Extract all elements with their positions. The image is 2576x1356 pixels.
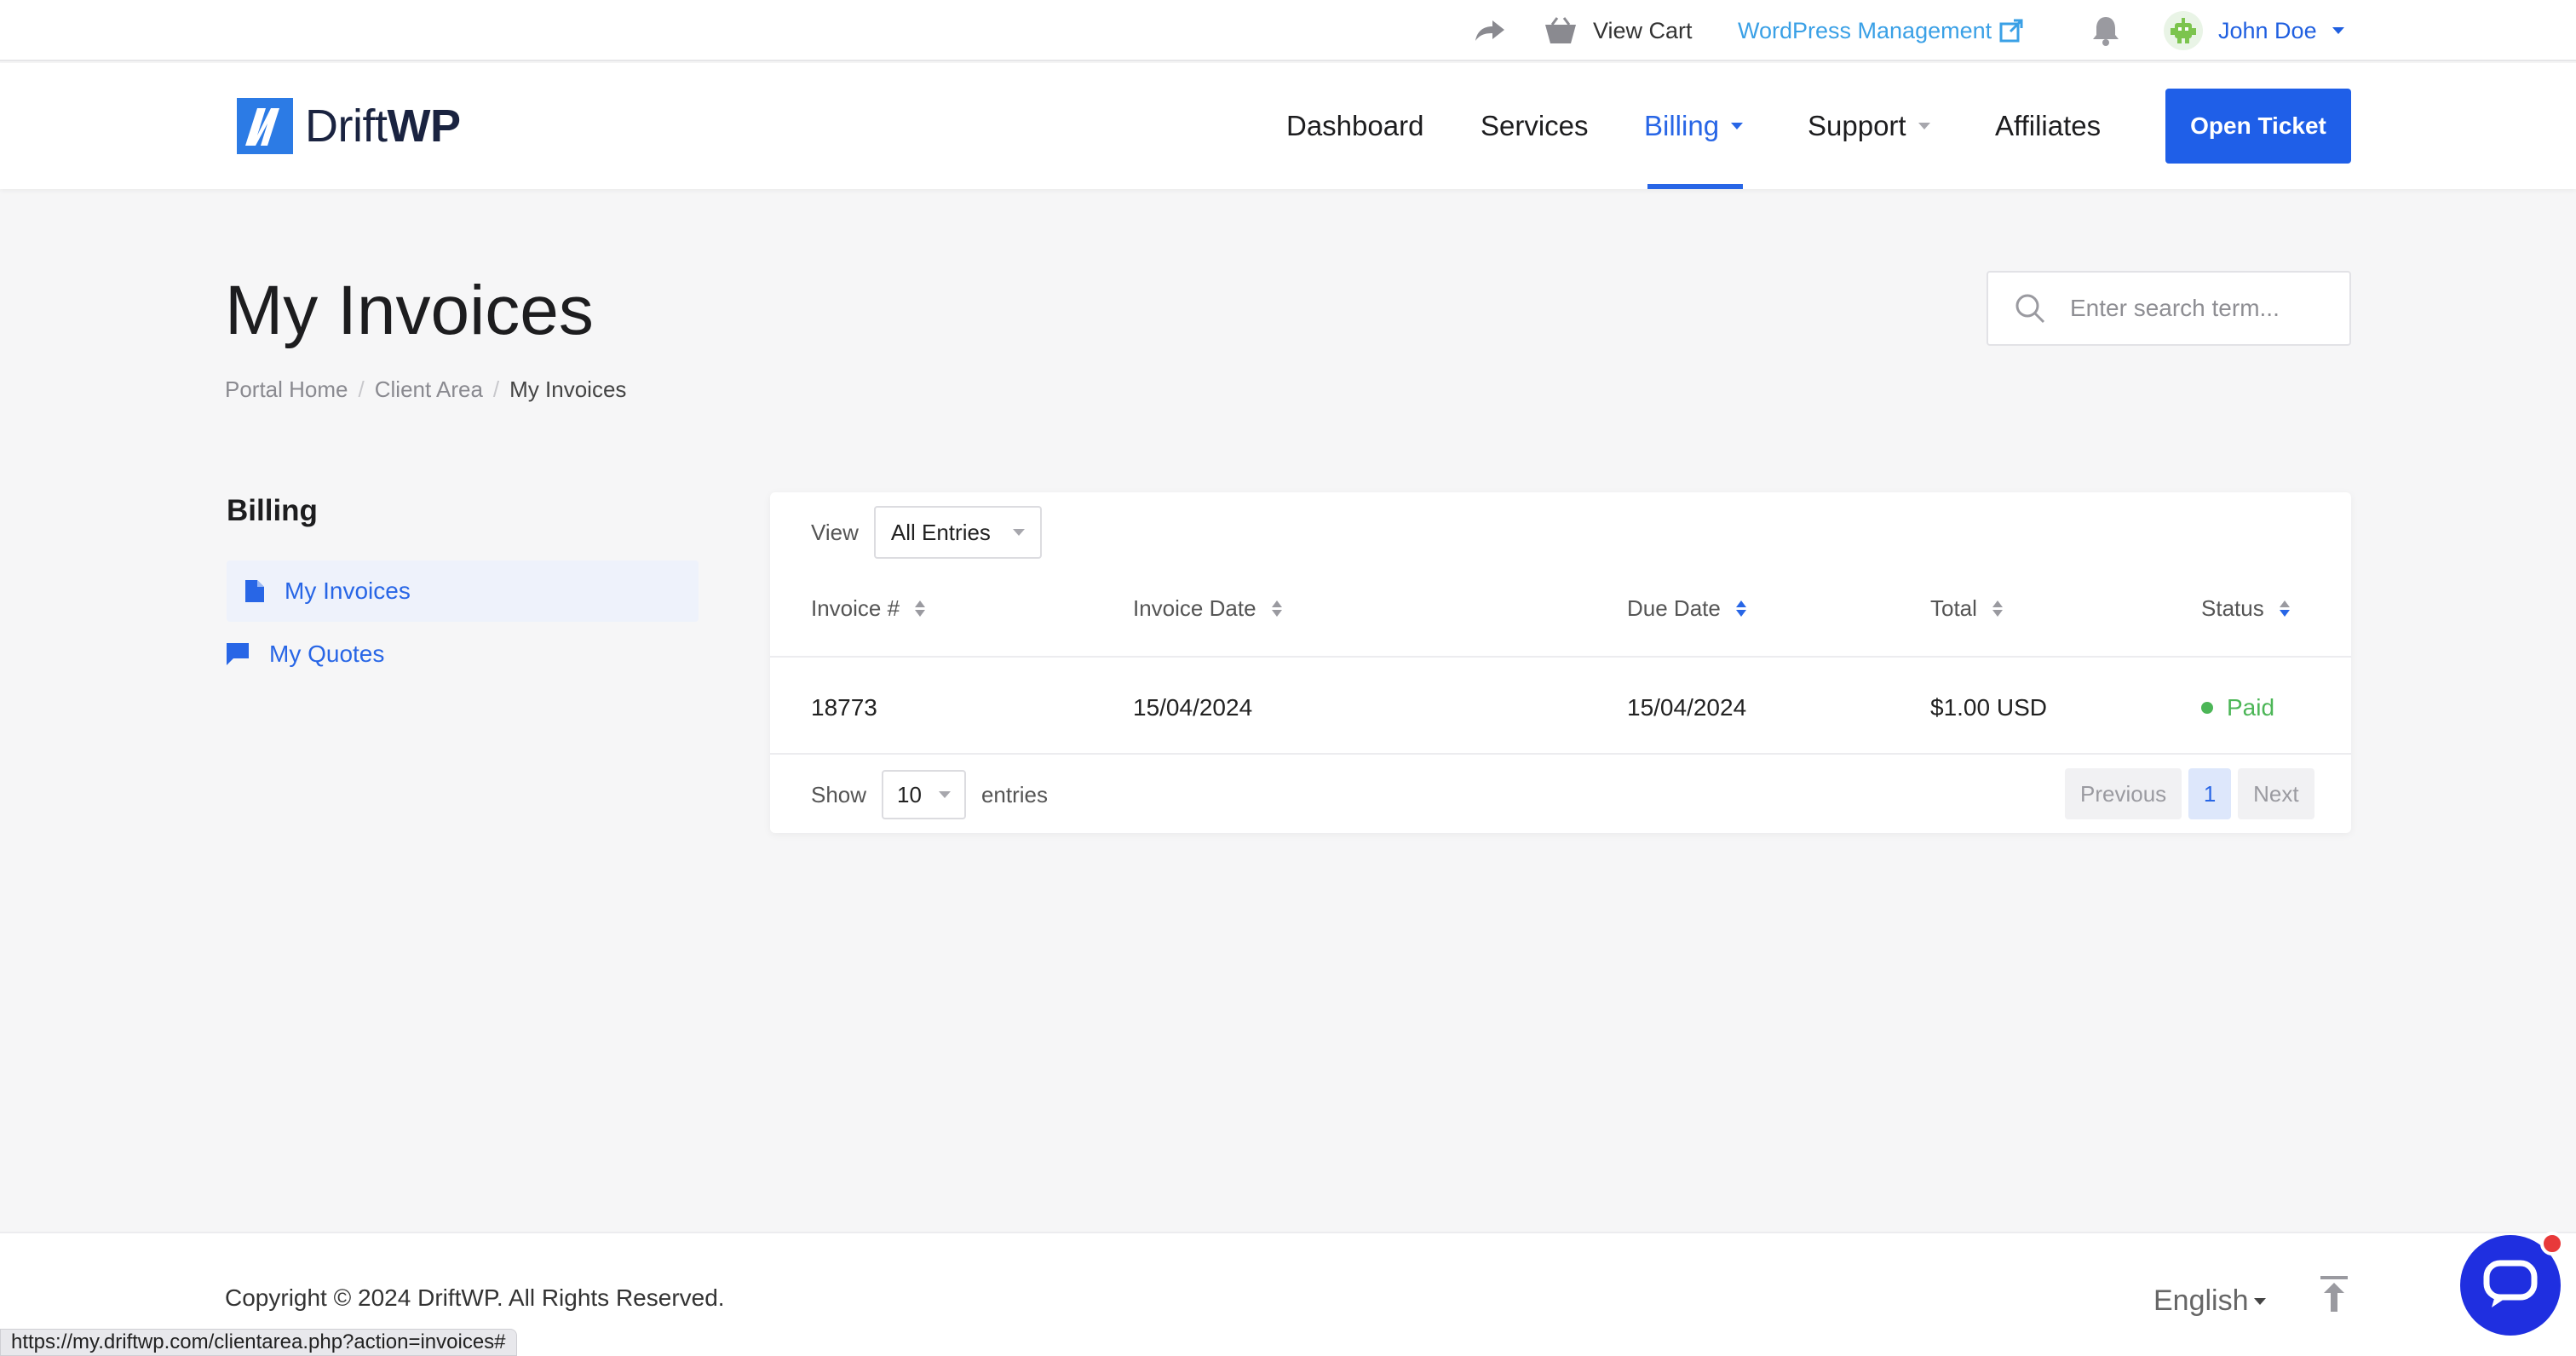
view-filter: View All Entries	[811, 506, 1042, 559]
nav-support-label: Support	[1808, 110, 1906, 141]
column-header-status[interactable]: Status	[2201, 583, 2290, 634]
sort-descending-icon	[2279, 600, 2290, 617]
sidebar-item-label: My Quotes	[269, 641, 385, 667]
nav-services[interactable]: Services	[1481, 63, 1589, 189]
status-label: Paid	[2227, 694, 2275, 721]
wordpress-management-link[interactable]: WordPress Management	[1738, 0, 2024, 61]
search-input[interactable]	[2070, 295, 2326, 322]
previous-page-button[interactable]: Previous	[2065, 768, 2182, 819]
entries-label: entries	[980, 781, 1049, 807]
view-label: View	[811, 519, 859, 545]
column-header-invoice-date[interactable]: Invoice Date	[1133, 583, 1282, 634]
breadcrumb-client-area[interactable]: Client Area	[375, 376, 483, 403]
back-to-top-icon[interactable]	[2319, 1276, 2349, 1316]
document-icon	[245, 580, 264, 602]
brand-logo[interactable]: DriftWP	[237, 97, 461, 155]
search-box	[1987, 271, 2351, 346]
language-label: English	[2153, 1284, 2249, 1317]
page-length-select[interactable]: 10	[882, 770, 966, 819]
copyright-text: Copyright © 2024 DriftWP. All Rights Res…	[225, 1284, 725, 1311]
page-length-control: Show 10 entries	[811, 770, 1048, 819]
browser-status-url: https://my.driftwp.com/clientarea.php?ac…	[0, 1329, 517, 1356]
chevron-down-icon	[938, 791, 951, 798]
notification-badge	[2540, 1232, 2564, 1255]
chevron-down-icon	[2332, 27, 2344, 34]
column-header-label: Status	[2201, 595, 2264, 621]
divider	[770, 753, 2351, 755]
column-header-label: Invoice #	[811, 595, 900, 621]
open-ticket-button[interactable]: Open Ticket	[2165, 89, 2351, 164]
sidebar-item-my-invoices[interactable]: My Invoices	[227, 560, 699, 622]
share-arrow-icon[interactable]	[1472, 0, 1506, 61]
view-select[interactable]: All Entries	[873, 506, 1042, 559]
brand-name: DriftWP	[305, 101, 461, 152]
nav-billing[interactable]: Billing	[1644, 63, 1744, 189]
status-badge: Paid	[2201, 678, 2274, 738]
next-page-button[interactable]: Next	[2238, 768, 2314, 819]
chevron-down-icon	[1731, 123, 1744, 129]
pagination: Previous 1 Next	[2065, 768, 2314, 819]
column-header-label: Total	[1930, 595, 1977, 621]
show-label: Show	[811, 781, 867, 807]
view-cart-link[interactable]: View Cart	[1544, 0, 1693, 61]
sidebar-item-my-quotes[interactable]: My Quotes	[227, 623, 699, 685]
page-title: My Invoices	[225, 272, 594, 349]
breadcrumb-separator: /	[358, 376, 365, 402]
user-name: John Doe	[2218, 17, 2317, 43]
sort-icon	[1271, 600, 1282, 617]
utility-bar: View Cart WordPress Management John Doe	[0, 0, 2576, 61]
wordpress-management-label: WordPress Management	[1738, 17, 1992, 43]
search-icon	[2015, 294, 2045, 324]
breadcrumb-separator: /	[492, 376, 500, 402]
nav-services-label: Services	[1481, 110, 1589, 141]
sidebar-heading: Billing	[227, 494, 318, 527]
live-chat-button[interactable]	[2460, 1232, 2564, 1336]
column-header-label: Due Date	[1627, 595, 1721, 621]
nav-support[interactable]: Support	[1808, 63, 1930, 189]
external-link-icon	[1999, 19, 2023, 43]
nav-billing-label: Billing	[1644, 110, 1720, 141]
cell-invoice-number: 18773	[811, 694, 877, 721]
user-menu[interactable]: John Doe	[2164, 0, 2344, 61]
column-header-invoice-number[interactable]: Invoice #	[811, 583, 926, 634]
sort-icon	[915, 600, 926, 617]
divider	[770, 656, 2351, 658]
nav-affiliates[interactable]: Affiliates	[1995, 63, 2101, 189]
nav-dashboard-label: Dashboard	[1286, 110, 1424, 141]
chat-bubble-icon	[2483, 1260, 2538, 1307]
invoices-card: View All Entries Invoice # Invoice Date …	[770, 492, 2351, 833]
chevron-down-icon	[1012, 529, 1025, 536]
breadcrumb: Portal Home / Client Area / My Invoices	[225, 376, 626, 403]
nav-affiliates-label: Affiliates	[1995, 110, 2102, 141]
page-length-value: 10	[897, 781, 922, 807]
avatar	[2164, 11, 2203, 50]
view-cart-label: View Cart	[1593, 17, 1693, 43]
column-header-due-date[interactable]: Due Date	[1627, 583, 1746, 634]
chevron-down-icon	[2253, 1297, 2266, 1305]
breadcrumb-current: My Invoices	[509, 376, 627, 402]
language-selector[interactable]: English	[2153, 1284, 2266, 1318]
main-navbar: DriftWP Dashboard Services Billing Suppo…	[0, 63, 2576, 189]
sort-icon	[1992, 600, 2003, 617]
comment-icon	[227, 643, 249, 665]
notifications-bell-icon[interactable]	[2090, 0, 2121, 61]
column-header-total[interactable]: Total	[1930, 583, 2003, 634]
chevron-down-icon	[1918, 123, 1930, 129]
basket-icon	[1545, 17, 1576, 43]
sidebar-item-label: My Invoices	[285, 577, 411, 604]
page-1-button[interactable]: 1	[2188, 768, 2232, 819]
sort-ascending-icon	[1735, 600, 1746, 617]
view-select-value: All Entries	[890, 519, 991, 545]
column-header-label: Invoice Date	[1133, 595, 1256, 621]
breadcrumb-portal-home[interactable]: Portal Home	[225, 376, 348, 403]
driftwp-logo-icon	[237, 98, 293, 154]
nav-dashboard[interactable]: Dashboard	[1286, 63, 1423, 189]
cell-due-date: 15/04/2024	[1627, 694, 1747, 721]
cell-total: $1.00 USD	[1930, 694, 2047, 721]
cell-invoice-date: 15/04/2024	[1133, 694, 1253, 721]
status-dot-icon	[2201, 702, 2213, 714]
